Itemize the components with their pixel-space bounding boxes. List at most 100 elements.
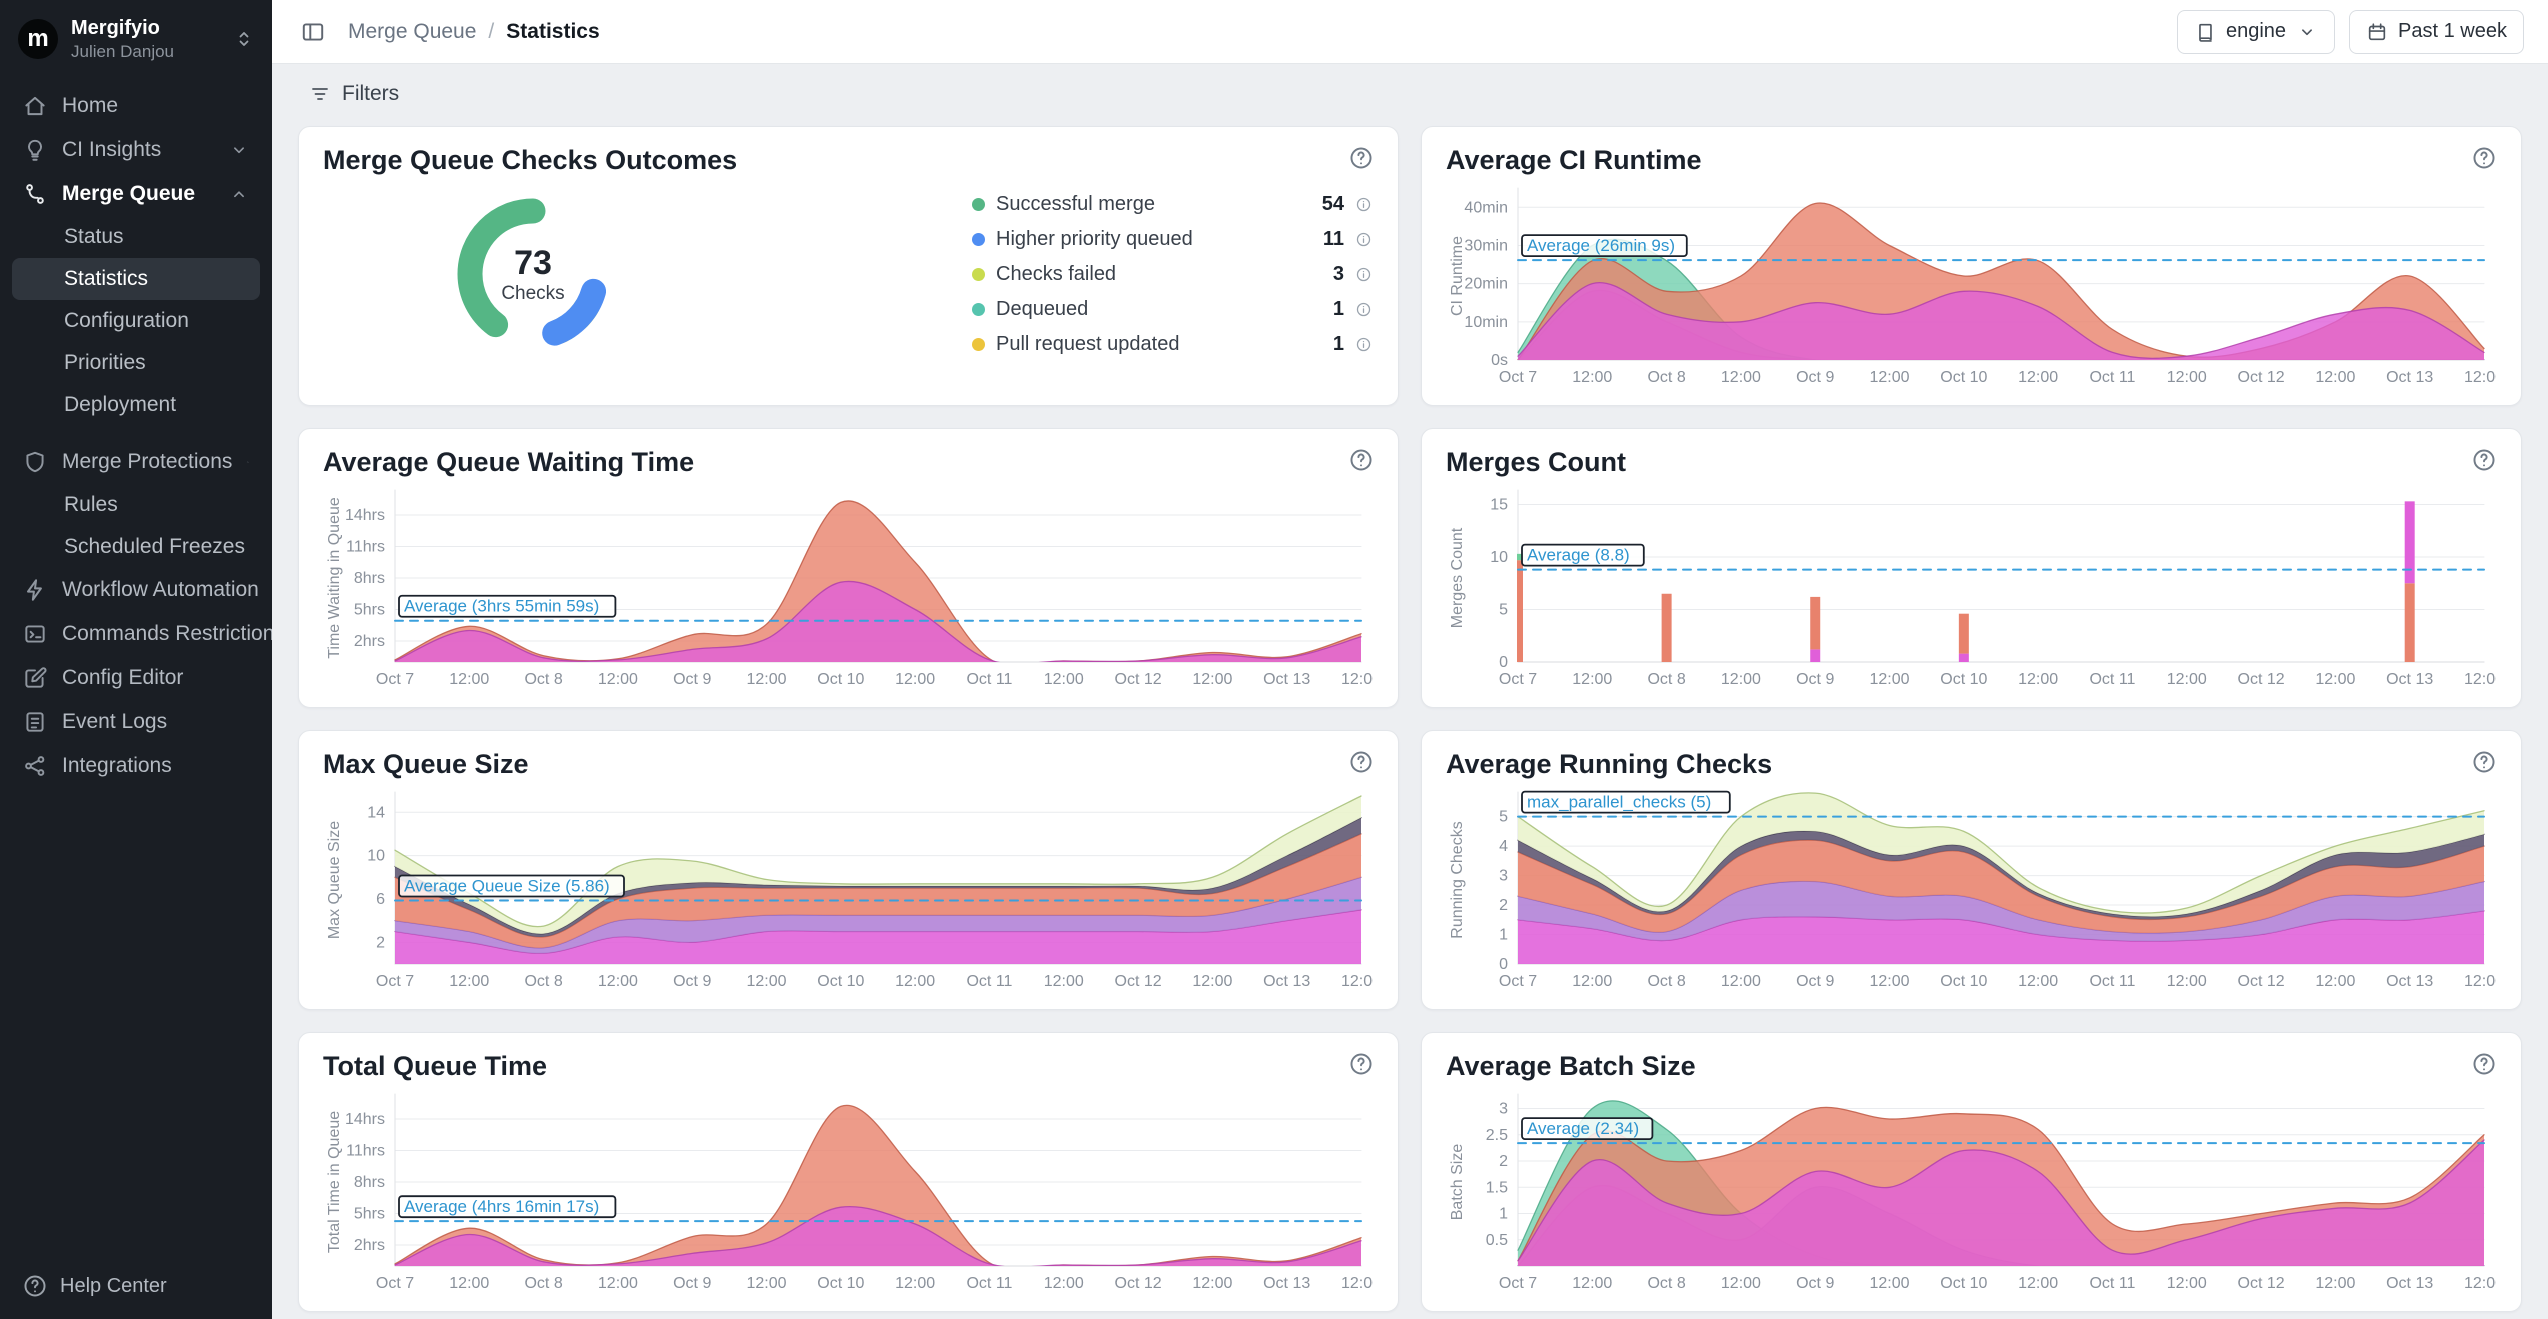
sidebar-item-label: Config Editor [62,666,183,690]
info-icon[interactable] [1355,231,1372,248]
svg-text:Oct 11: Oct 11 [2089,1275,2135,1292]
legend-color-dot [972,233,985,246]
svg-text:12:00: 12:00 [2018,1275,2058,1292]
help-icon[interactable] [1348,749,1374,775]
org-switcher[interactable]: m Mergifyio Julien Danjou [0,0,272,74]
svg-text:12:00: 12:00 [2315,671,2355,688]
svg-text:0: 0 [1499,654,1508,671]
sidebar-item-rules[interactable]: Rules [12,484,260,526]
svg-text:Average (3hrs 55min 59s): Average (3hrs 55min 59s) [404,597,599,616]
svg-text:Oct 7: Oct 7 [1499,973,1537,990]
svg-text:Oct 13: Oct 13 [1263,973,1310,990]
commands-restrictions-icon [22,621,48,647]
svg-text:Oct 10: Oct 10 [1940,973,1987,990]
svg-text:Oct 8: Oct 8 [524,1275,562,1292]
sidebar-item-configuration[interactable]: Configuration [12,300,260,342]
svg-text:Oct 12: Oct 12 [1115,973,1162,990]
sidebar-item-priorities[interactable]: Priorities [12,342,260,384]
svg-text:Time Waiting in Queue: Time Waiting in Queue [326,497,343,659]
ci-insights-icon [22,137,48,163]
sidebar-item-merge-protections[interactable]: Merge Protections [12,440,260,484]
help-icon[interactable] [1348,1051,1374,1077]
svg-text:Oct 9: Oct 9 [1796,369,1834,386]
legend-label: Checks failed [996,263,1116,286]
help-icon[interactable] [1348,145,1374,171]
filter-icon [308,82,332,106]
sidebar-item-ci-insights[interactable]: CI Insights [12,128,260,172]
svg-text:12:00: 12:00 [895,973,935,990]
svg-text:Oct 13: Oct 13 [2386,1275,2433,1292]
help-icon[interactable] [2471,145,2497,171]
sidebar-item-event-logs[interactable]: Event Logs [12,700,260,744]
sidebar-item-deployment[interactable]: Deployment [12,384,260,426]
svg-text:12:00: 12:00 [1192,973,1232,990]
sidebar-toggle-button[interactable] [296,15,330,49]
help-icon[interactable] [1348,447,1374,473]
average-batch-size-card: Average Batch Size 0.511.522.53Average (… [1421,1032,2522,1312]
breadcrumb-parent[interactable]: Merge Queue [348,20,476,44]
sidebar-item-label: Commands Restrictions [62,622,272,646]
chevron-down-icon [2296,21,2318,43]
svg-text:5: 5 [1499,602,1508,619]
svg-text:12:00: 12:00 [1870,671,1910,688]
svg-text:Oct 7: Oct 7 [376,671,414,688]
svg-text:12:00: 12:00 [2464,671,2496,688]
help-icon[interactable] [2471,749,2497,775]
svg-text:Average (2.34): Average (2.34) [1527,1119,1639,1138]
help-icon[interactable] [2471,447,2497,473]
engine-selector-button[interactable]: engine [2177,10,2335,54]
sidebar-subitem-label: Priorities [64,351,146,374]
legend-item: Checks failed3 [972,257,1372,292]
legend-label: Successful merge [996,193,1155,216]
svg-text:2: 2 [1499,1153,1508,1170]
svg-text:12:00: 12:00 [1721,1275,1761,1292]
sidebar-item-integrations[interactable]: Integrations [12,744,260,788]
svg-text:Oct 13: Oct 13 [2386,973,2433,990]
help-icon[interactable] [2471,1051,2497,1077]
sidebar-item-statistics[interactable]: Statistics [12,258,260,300]
info-icon[interactable] [1355,196,1372,213]
svg-text:2: 2 [1499,897,1508,914]
help-center-button[interactable]: Help Center [0,1253,272,1319]
svg-text:Average Queue Size (5.86): Average Queue Size (5.86) [404,876,610,895]
sidebar-item-config-editor[interactable]: Config Editor [12,656,260,700]
help-circle-icon [22,1273,48,1299]
svg-text:12:00: 12:00 [1192,671,1232,688]
svg-text:CI Runtime: CI Runtime [1449,236,1466,316]
legend-color-dot [972,303,985,316]
date-range-button[interactable]: Past 1 week [2349,10,2524,54]
svg-text:5: 5 [1499,809,1508,826]
sidebar-item-scheduled-freezes[interactable]: Scheduled Freezes [12,526,260,568]
info-icon[interactable] [1355,301,1372,318]
info-icon[interactable] [1355,266,1372,283]
sidebar-item-status[interactable]: Status [12,216,260,258]
svg-text:10: 10 [367,848,385,865]
info-icon[interactable] [1355,336,1372,353]
average-ci-runtime-chart: 0s10min20min30min40minAverage (26min 9s)… [1446,178,2496,390]
sidebar-item-workflow-automation[interactable]: Workflow Automation [12,568,260,612]
sidebar-item-label: Workflow Automation [62,578,259,602]
sidebar-item-merge-queue[interactable]: Merge Queue [12,172,260,216]
svg-text:Oct 8: Oct 8 [524,973,562,990]
svg-text:12:00: 12:00 [449,671,489,688]
svg-text:Oct 11: Oct 11 [966,973,1012,990]
sidebar-item-commands-restrictions[interactable]: Commands Restrictions [12,612,260,656]
filters-button[interactable]: Filters [298,74,409,114]
svg-text:14hrs: 14hrs [345,507,385,524]
svg-text:Average (8.8): Average (8.8) [1527,546,1630,565]
legend-value: 54 [1322,193,1344,216]
svg-text:1: 1 [1499,927,1508,944]
svg-text:Oct 11: Oct 11 [966,671,1012,688]
svg-text:12:00: 12:00 [2018,973,2058,990]
svg-text:12:00: 12:00 [1341,671,1373,688]
svg-text:Oct 12: Oct 12 [2238,973,2285,990]
sidebar-item-home[interactable]: Home [12,84,260,128]
svg-text:Oct 13: Oct 13 [2386,369,2433,386]
sidebar-subitem-label: Scheduled Freezes [64,535,245,558]
svg-text:1.5: 1.5 [1486,1179,1508,1196]
svg-text:Average (4hrs 16min 17s): Average (4hrs 16min 17s) [404,1197,599,1216]
svg-text:Oct 10: Oct 10 [1940,1275,1987,1292]
card-title: Merge Queue Checks Outcomes [323,145,737,176]
chevrons-up-down-icon [232,27,256,51]
svg-text:12:00: 12:00 [747,973,787,990]
